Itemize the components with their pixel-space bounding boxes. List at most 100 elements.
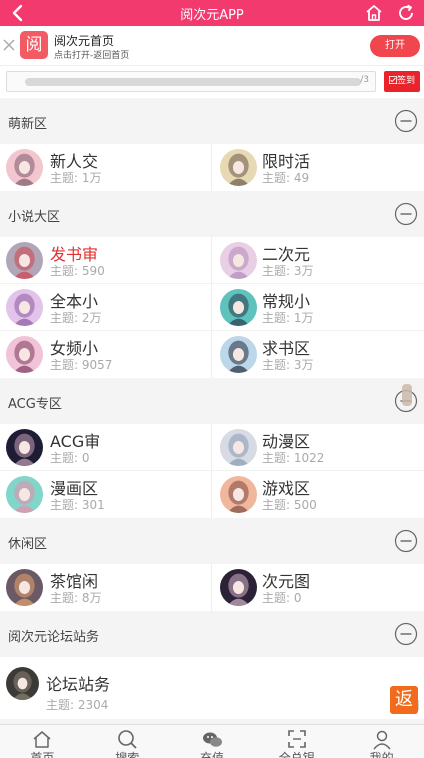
section-header: 休闲区: [0, 518, 424, 564]
page-title: 阅次元APP: [180, 8, 244, 23]
scan-icon: [287, 730, 306, 748]
forum-name: 论坛站务: [46, 675, 111, 694]
search-placeholder-bar: [25, 78, 361, 86]
refresh-icon[interactable]: [396, 3, 416, 23]
forum-topic-count: 主题: 8万: [50, 591, 102, 605]
home-icon[interactable]: [364, 3, 384, 23]
forum-topic-count: 主题: 9057: [50, 358, 113, 372]
section-title: ACG专区: [8, 397, 62, 412]
forum-topic-count: 主题: 301: [50, 498, 105, 512]
return-button[interactable]: 返: [390, 686, 418, 714]
app-subtitle: 点击打开-返回首页: [54, 51, 130, 61]
forum-grid: ACG审 主题: 0 动漫区 主题: 1022 漫画区 主题: 301 游戏区 主题: 500: [0, 424, 424, 518]
forum-avatar: [220, 336, 257, 373]
bottom-nav: 首页 搜索 充值 全总银 我的: [0, 724, 424, 758]
drag-handle[interactable]: [402, 384, 412, 406]
section-title: 阅次元论坛站务: [8, 630, 100, 645]
nav-item[interactable]: 充值: [170, 725, 255, 758]
forum-avatar: [220, 476, 257, 513]
section-title: 休闲区: [8, 537, 48, 552]
forum-topic-count: 主题: 0: [262, 591, 302, 605]
forum-grid: 茶馆闲 主题: 8万 次元图 主题: 0: [0, 564, 424, 611]
nav-item[interactable]: 全总银: [254, 725, 339, 758]
section-header: ACG专区: [0, 378, 424, 424]
nav-label: 我的: [369, 751, 394, 758]
forum-topic-count: 主题: 2304: [46, 698, 109, 712]
collapse-icon[interactable]: [394, 622, 418, 646]
close-icon[interactable]: [3, 39, 15, 51]
collapse-icon[interactable]: [394, 529, 418, 553]
forum-topic-count: 主题: 1022: [262, 451, 325, 465]
forum-topic-count: 主题: 590: [50, 264, 105, 278]
forum-item[interactable]: 游戏区 主题: 500: [212, 471, 424, 518]
nav-item[interactable]: 搜索: [85, 725, 170, 758]
forum-topic-count: 主题: 3万: [262, 264, 314, 278]
forum-avatar: [6, 289, 43, 326]
forum-item[interactable]: 限时活 主题: 49: [212, 144, 424, 191]
forum-item[interactable]: 动漫区 主题: 1022: [212, 424, 424, 471]
forum-item[interactable]: 女频小 主题: 9057: [0, 331, 212, 378]
forum-item[interactable]: 发书审 主题: 590: [0, 237, 212, 284]
open-app-button[interactable]: 打开: [370, 35, 420, 57]
forum-item[interactable]: 次元图 主题: 0: [212, 564, 424, 611]
forum-avatar: [6, 667, 39, 700]
forum-grid: 发书审 主题: 590 二次元 主题: 3万 全本小 主题: 2万 常规小 主题: 1万 女频小…: [0, 237, 424, 378]
app-promo-bar[interactable]: 阅 阅次元首页 点击打开-返回首页 打开: [0, 26, 424, 66]
section-title: 萌新区: [8, 117, 48, 132]
forum-topic-count: 主题: 1万: [50, 171, 102, 185]
forum-avatar: [6, 242, 43, 279]
collapse-icon[interactable]: [394, 202, 418, 226]
forum-avatar: [220, 242, 257, 279]
forum-topic-count: 主题: 1万: [262, 311, 314, 325]
forum-avatar: [6, 429, 43, 466]
forum-avatar: [6, 569, 43, 606]
nav-label: 搜索: [115, 751, 140, 758]
forum-avatar: [220, 149, 257, 186]
forum-topic-count: 主题: 3万: [262, 358, 314, 372]
nav-label: 首页: [30, 751, 55, 758]
forum-item[interactable]: 论坛站务主题: 23044 前: [0, 657, 424, 719]
forum-item[interactable]: 常规小 主题: 1万: [212, 284, 424, 331]
section-header: 小说大区: [0, 191, 424, 237]
app-logo: 阅: [20, 31, 48, 59]
section-header: 阅次元论坛站务: [0, 611, 424, 657]
forum-avatar: [220, 289, 257, 326]
nav-item[interactable]: 我的: [339, 725, 424, 758]
forum-item[interactable]: 二次元 主题: 3万: [212, 237, 424, 284]
search-row: /3 签到: [0, 66, 424, 98]
forum-grid: 新人交 主题: 1万 限时活 主题: 49: [0, 144, 424, 191]
section-header: 萌新区: [0, 98, 424, 144]
sign-in-button[interactable]: 签到: [384, 71, 420, 92]
search-icon: [118, 730, 137, 749]
forum-list[interactable]: 萌新区新人交 主题: 1万 限时活 主题: 49 小说大区发书审 主题: 590 二次元 主题…: [0, 98, 424, 724]
app-name: 阅次元首页: [54, 34, 115, 48]
home-icon: [33, 731, 51, 748]
forum-topic-count: 主题: 49: [262, 171, 310, 185]
sign-in-label: 签到: [396, 76, 415, 86]
nav-item[interactable]: 首页: [0, 725, 85, 758]
nav-label: 充值: [199, 751, 224, 758]
forum-item[interactable]: 漫画区 主题: 301: [0, 471, 212, 518]
nav-label: 全总银: [278, 751, 315, 758]
forum-item[interactable]: 茶馆闲 主题: 8万: [0, 564, 212, 611]
collapse-icon[interactable]: [394, 109, 418, 133]
forum-avatar: [220, 429, 257, 466]
forum-topic-count: 主题: 500: [262, 498, 317, 512]
checkbox-icon: [388, 76, 397, 84]
forum-avatar: [6, 476, 43, 513]
forum-topic-count: 主题: 0: [50, 451, 90, 465]
page-count: /3: [360, 75, 369, 85]
forum-item[interactable]: 全本小 主题: 2万: [0, 284, 212, 331]
forum-item[interactable]: 新人交 主题: 1万: [0, 144, 212, 191]
wechat-icon: [202, 732, 222, 747]
top-bar: 阅次元APP: [0, 0, 424, 26]
forum-avatar: [6, 336, 43, 373]
search-input[interactable]: /3: [6, 71, 376, 92]
forum-avatar: [220, 569, 257, 606]
section-title: 小说大区: [8, 210, 61, 225]
profile-icon: [372, 730, 391, 750]
forum-avatar: [6, 149, 43, 186]
forum-item[interactable]: 求书区 主题: 3万: [212, 331, 424, 378]
forum-topic-count: 主题: 2万: [50, 311, 102, 325]
forum-item[interactable]: ACG审 主题: 0: [0, 424, 212, 471]
